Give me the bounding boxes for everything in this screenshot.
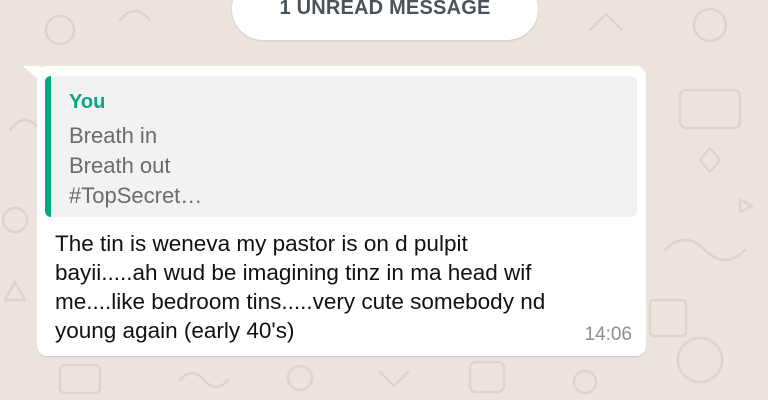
quoted-reply[interactable]: You Breath in Breath out #TopSecret… — [45, 76, 637, 217]
unread-messages-label: 1 UNREAD MESSAGE — [279, 0, 491, 19]
unread-messages-banner: 1 UNREAD MESSAGE — [232, 0, 538, 40]
quoted-line: #TopSecret… — [69, 183, 203, 208]
message-line: young again (early 40's) — [55, 318, 295, 343]
quote-accent-bar — [45, 76, 51, 217]
message-text: The tin is weneva my pastor is on d pulp… — [55, 229, 595, 345]
quoted-author: You — [69, 91, 106, 113]
message-line: bayii.....ah wud be imagining tinz in ma… — [55, 260, 532, 285]
quoted-line: Breath out — [69, 153, 171, 178]
message-timestamp: 14:06 — [584, 324, 632, 345]
message-bubble[interactable]: You Breath in Breath out #TopSecret… The… — [37, 66, 646, 356]
message-line: The tin is weneva my pastor is on d pulp… — [55, 231, 468, 256]
quoted-text: Breath in Breath out #TopSecret… — [69, 121, 202, 211]
message-line: me....like bedroom tins.....very cute so… — [55, 289, 546, 314]
quoted-line: Breath in — [69, 123, 158, 148]
